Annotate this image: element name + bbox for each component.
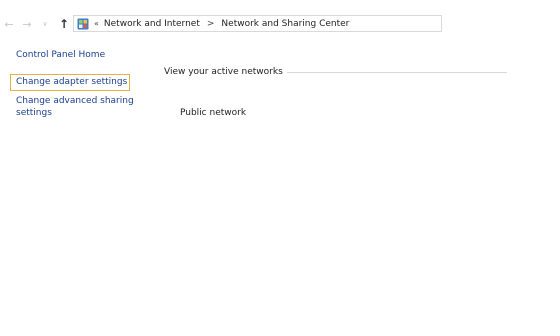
breadcrumb-overflow[interactable]: « <box>94 19 99 28</box>
active-networks-section: View your active networks <box>164 66 507 78</box>
section-divider <box>286 71 507 73</box>
address-bar[interactable]: « Network and Internet > Network and Sha… <box>73 15 442 32</box>
back-arrow-icon[interactable]: ← <box>2 16 16 32</box>
chevron-down-icon[interactable]: ∨ <box>38 16 52 32</box>
breadcrumb-separator-icon[interactable]: > <box>207 19 215 29</box>
sidebar-item-change-advanced-sharing-settings[interactable]: Change advanced sharing settings <box>16 95 136 119</box>
forward-arrow-icon[interactable]: → <box>20 16 34 32</box>
breadcrumb-network-and-internet[interactable]: Network and Internet <box>104 19 200 29</box>
section-title: View your active networks <box>164 67 283 77</box>
network-name: Public network <box>180 108 247 118</box>
control-panel-icon <box>77 18 89 30</box>
up-arrow-icon[interactable]: ↑ <box>57 16 71 32</box>
sidebar-item-change-adapter-settings[interactable]: Change adapter settings <box>10 74 130 91</box>
breadcrumb-network-and-sharing-center[interactable]: Network and Sharing Center <box>221 19 349 29</box>
sidebar-item-control-panel-home[interactable]: Control Panel Home <box>16 49 105 61</box>
navigation-bar: ← → ∨ ↑ « Network and Internet > Network… <box>0 14 560 34</box>
